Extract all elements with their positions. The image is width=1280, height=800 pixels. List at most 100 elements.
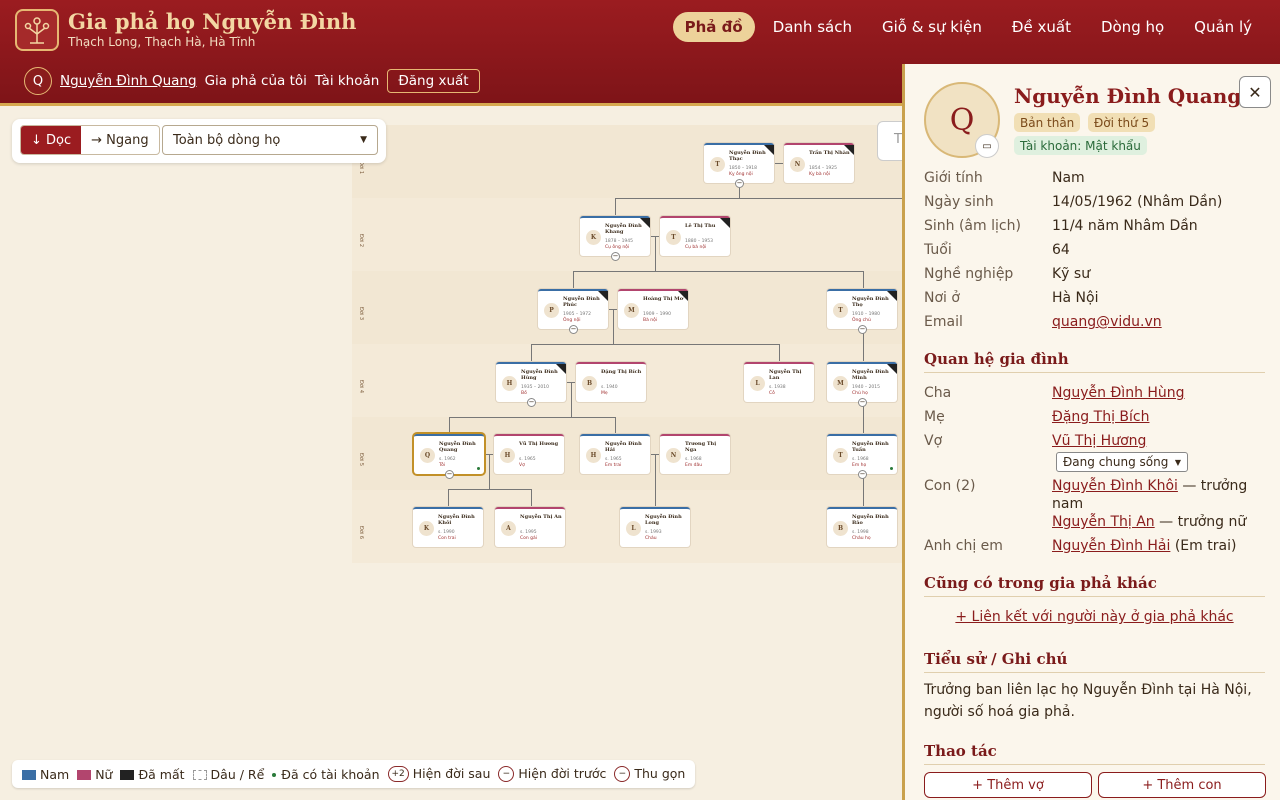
node-avatar: L <box>626 521 641 536</box>
tree-node[interactable]: T Nguyễn Đình Tuấn s. 1968 Em họ − <box>827 434 897 479</box>
connector-line <box>571 382 572 417</box>
legend-inlaw: Dâu / Rể <box>192 767 264 782</box>
collapse-toggle-icon[interactable]: − <box>735 179 744 188</box>
email-link[interactable]: quang@vidu.vn <box>1052 314 1162 330</box>
tree-node[interactable]: M Hoàng Thị Mơ 1909 – 1990 Bà nội <box>618 289 688 329</box>
tree-node[interactable]: L Nguyễn Đình Long s. 1993 Cháu <box>620 507 690 547</box>
collapse-toggle-icon[interactable]: − <box>527 398 536 407</box>
user-bar: Q Nguyễn Đình Quang Gia phả của tôi Tài … <box>24 67 480 95</box>
tree-node[interactable]: T Nguyễn Đình Thạc 1850 – 1918 Kỵ ông nội − <box>704 143 774 188</box>
legend-male: Nam <box>22 767 69 782</box>
node-avatar: A <box>501 521 516 536</box>
tree-node[interactable]: N Trần Thị Nhàn 1854 – 1925 Kỵ bà nội <box>784 143 854 183</box>
user-avatar[interactable]: Q <box>24 67 52 95</box>
add-wife-button[interactable]: + Thêm vợ <box>924 772 1092 798</box>
info-email: Email quang@vidu.vn <box>924 314 1162 330</box>
node-avatar: B <box>582 376 597 391</box>
node-name: Nguyễn Thị An <box>520 514 562 520</box>
collapse-toggle-icon[interactable]: − <box>858 398 867 407</box>
tree-node[interactable]: K Nguyễn Đình Khôi s. 1990 Con trai <box>413 507 483 547</box>
node-relation: Kỵ ông nội <box>729 172 753 177</box>
tree-node[interactable]: T Lê Thị Thu 1880 – 1953 Cụ bà nội <box>660 216 730 256</box>
tree-node[interactable]: H Vũ Thị Hương s. 1965 Vợ <box>494 434 564 474</box>
child1-role: — trưởng <box>1182 478 1248 494</box>
tree-node[interactable]: N Trương Thị Nga s. 1968 Em dâu <box>660 434 730 474</box>
add-child-button[interactable]: + Thêm con <box>1098 772 1266 798</box>
marital-status-select[interactable]: Đang chung sống ▼ <box>1056 452 1188 472</box>
search-input[interactable]: T <box>877 121 902 161</box>
mother-link[interactable]: Đặng Thị Bích <box>1052 409 1149 425</box>
connector-line <box>615 198 902 199</box>
connector-line <box>650 236 660 237</box>
node-relation: Ông chú <box>852 318 871 323</box>
node-years: s. 1938 <box>769 385 786 390</box>
node-name: Đặng Thị Bích <box>601 369 642 375</box>
collapse-toggle-icon[interactable]: − <box>445 470 454 479</box>
account-link[interactable]: Tài khoản <box>315 73 379 89</box>
nav-list[interactable]: Danh sách <box>761 12 864 42</box>
father-link[interactable]: Nguyễn Đình Hùng <box>1052 385 1185 401</box>
node-years: s. 1965 <box>519 457 536 462</box>
tree-node-self[interactable]: Q Nguyễn Đình Quang s. 1962 Tôi − <box>414 434 484 479</box>
close-panel-button[interactable]: ✕ <box>1239 76 1271 108</box>
tree-node[interactable]: H Nguyễn Đình Hải s. 1965 Em trai <box>580 434 650 474</box>
account-badge: Tài khoản: Mật khẩu <box>1014 136 1147 155</box>
generation-label: Đời 4 <box>358 380 364 394</box>
tree-node[interactable]: K Nguyễn Đình Khang 1878 – 1945 Cụ ông nội − <box>580 216 650 261</box>
collapse-toggle-icon[interactable]: − <box>611 252 620 261</box>
info-age: Tuổi 64 <box>924 242 1070 258</box>
info-label: Tuổi <box>924 242 952 258</box>
id-card-icon[interactable]: ▭ <box>975 134 999 158</box>
collapse-toggle-icon[interactable]: − <box>858 470 867 479</box>
connector-line <box>650 454 660 455</box>
connector-line <box>774 163 784 164</box>
info-occupation: Nghề nghiệp Kỹ sư <box>924 266 1090 282</box>
tree-node[interactable]: B Đặng Thị Bích s. 1940 Mẹ <box>576 362 646 402</box>
close-icon: ✕ <box>1248 82 1262 102</box>
tree-node[interactable]: T Nguyễn Đình Thọ 1910 – 1980 Ông chú − <box>827 289 897 334</box>
child1-link[interactable]: Nguyễn Đình Khôi <box>1052 478 1178 494</box>
nav-tree[interactable]: Phả đồ <box>672 12 755 42</box>
legend-deceased-label: Đã mất <box>138 766 185 782</box>
nav-suggestions[interactable]: Đề xuất <box>1000 12 1083 42</box>
connector-line <box>531 489 532 507</box>
tree-node[interactable]: H Nguyễn Đình Hùng 1935 – 2010 Bố − <box>496 362 566 407</box>
node-relation: Em dâu <box>685 463 703 468</box>
relation-label: Mẹ <box>924 409 945 425</box>
tree-node[interactable]: P Nguyễn Đình Phúc 1905 – 1972 Ông nội − <box>538 289 608 334</box>
node-years: s. 1990 <box>438 530 455 535</box>
link-other-tree-button[interactable]: + Liên kết với người này ở gia phả khác <box>924 609 1265 625</box>
tree-canvas[interactable]: Đời 1 Đời 2 Đời 3 Đời 4 Đời 5 Đời 6 T Nguyễn Đ… <box>0 109 902 800</box>
user-name-link[interactable]: Nguyễn Đình Quang <box>60 73 197 89</box>
connector-line <box>531 344 532 362</box>
family-tree-logo-icon[interactable] <box>15 9 59 51</box>
tree-node[interactable]: B Nguyễn Đình Bảo s. 1998 Cháu họ <box>827 507 897 547</box>
nav-events[interactable]: Giỗ & sự kiện <box>870 12 994 42</box>
node-avatar: Q <box>420 448 435 463</box>
vertical-button[interactable]: ↓ Dọc <box>21 126 82 154</box>
collapse-toggle-icon[interactable]: − <box>858 325 867 334</box>
sibling-link[interactable]: Nguyễn Đình Hải <box>1052 538 1170 554</box>
person-name: Nguyễn Đình Quang <box>1014 84 1242 108</box>
info-label: Email <box>924 314 963 330</box>
tree-node[interactable]: L Nguyễn Thị Lan s. 1938 Cô <box>744 362 814 402</box>
wife-link[interactable]: Vũ Thị Hương <box>1052 433 1146 449</box>
relation-label: Vợ <box>924 433 943 449</box>
father-row: Cha Nguyễn Đình Hùng <box>924 385 1185 401</box>
bio-title: Tiểu sử / Ghi chú <box>924 650 1265 673</box>
node-relation: Tôi <box>439 463 446 468</box>
link-other-tree-label: + Liên kết với người này ở gia phả khác <box>955 609 1234 625</box>
my-tree-link[interactable]: Gia phả của tôi <box>205 73 307 89</box>
relation-label: Cha <box>924 385 952 401</box>
legend-deceased: Đã mất <box>120 766 185 782</box>
horizontal-button[interactable]: → Ngang <box>81 126 158 154</box>
scope-select[interactable]: Toàn bộ dòng họ ▼ <box>162 125 378 155</box>
tree-node[interactable]: M Nguyễn Đình Minh 1940 – 2015 Chú họ − <box>827 362 897 407</box>
logout-button[interactable]: Đăng xuất <box>387 69 480 93</box>
nav-lineage[interactable]: Dòng họ <box>1089 12 1176 42</box>
child2-link[interactable]: Nguyễn Thị An <box>1052 514 1155 530</box>
legend-collapse-label: Thu gọn <box>634 765 686 781</box>
nav-admin[interactable]: Quản lý <box>1182 12 1264 42</box>
collapse-toggle-icon[interactable]: − <box>569 325 578 334</box>
tree-node[interactable]: A Nguyễn Thị An s. 1995 Con gái <box>495 507 565 547</box>
